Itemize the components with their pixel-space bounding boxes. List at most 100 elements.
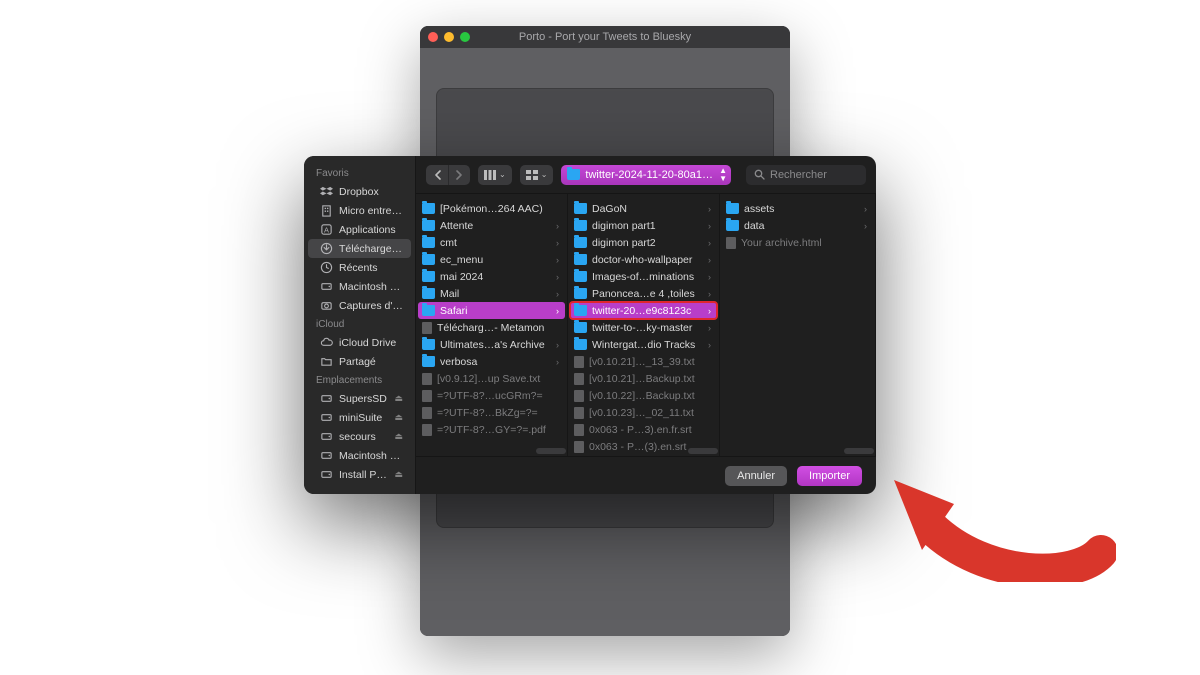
document-icon (574, 390, 584, 402)
folder-row[interactable]: Images-of…minations› (570, 268, 717, 285)
sidebar-item[interactable]: miniSuite ⏏ (308, 408, 411, 427)
sidebar-item[interactable]: secours ⏏ (308, 427, 411, 446)
sidebar-item[interactable]: Macintosh HD (308, 446, 411, 465)
folder-row[interactable]: verbosa› (418, 353, 565, 370)
file-row[interactable]: =?UTF-8?…GY=?=.pdf (418, 421, 565, 438)
eject-icon[interactable]: ⏏ (394, 412, 403, 423)
file-open-dialog: FavorisDropboxMicro entre…AApplicationsT… (304, 156, 876, 494)
sidebar-item[interactable]: Télécharge… (308, 239, 411, 258)
file-row[interactable]: =?UTF-8?…BkZg=?= (418, 404, 565, 421)
file-row[interactable]: 0x063 - P…3).en.fr.srt (570, 421, 717, 438)
sidebar-item[interactable]: Captures d'… (308, 296, 411, 315)
clock-icon (320, 261, 333, 274)
folder-row[interactable]: DaGoN› (570, 200, 717, 217)
item-name: verbosa (440, 356, 551, 368)
search-field[interactable]: Rechercher (746, 165, 866, 185)
document-icon (574, 424, 584, 436)
window-minimize-button[interactable] (444, 32, 454, 42)
item-name: Mail (440, 288, 551, 300)
folder-icon (574, 271, 587, 282)
window-zoom-button[interactable] (460, 32, 470, 42)
browser-column-3[interactable]: assets›data›Your archive.html (720, 194, 876, 456)
folder-row[interactable]: Attente› (418, 217, 565, 234)
folder-icon (422, 220, 435, 231)
eject-icon[interactable]: ⏏ (394, 431, 403, 442)
scrollbar[interactable] (536, 448, 566, 454)
group-by-button[interactable]: ⌄ (520, 165, 554, 185)
file-row[interactable]: [v0.10.21]…_13_39.txt (570, 353, 717, 370)
folder-row[interactable]: doctor-who-wallpaper› (570, 251, 717, 268)
sidebar-item[interactable]: Dropbox (308, 182, 411, 201)
item-name: [v0.10.21]…Backup.txt (589, 373, 711, 385)
sidebar-section-title: Emplacements (304, 371, 415, 389)
folder-icon (422, 271, 435, 282)
folder-row[interactable]: twitter-20…e9c8123c› (570, 302, 717, 319)
folder-row[interactable]: digimon part1› (570, 217, 717, 234)
search-placeholder: Rechercher (770, 169, 827, 181)
folder-row[interactable]: ec_menu› (418, 251, 565, 268)
scrollbar[interactable] (688, 448, 718, 454)
folder-icon (574, 203, 587, 214)
sidebar-item[interactable]: Micro entre… (308, 201, 411, 220)
sidebar-item-label: Dropbox (339, 186, 379, 198)
chevron-right-icon: › (556, 306, 559, 316)
sidebar-item[interactable]: Macintosh HD (308, 277, 411, 296)
sidebar-item[interactable]: Récents (308, 258, 411, 277)
document-icon (422, 373, 432, 385)
file-row[interactable]: [v0.10.21]…Backup.txt (570, 370, 717, 387)
file-row[interactable]: =?UTF-8?…ucGRm?= (418, 387, 565, 404)
folder-icon (567, 169, 580, 180)
sidebar-item[interactable]: AApplications (308, 220, 411, 239)
chevron-right-icon: › (556, 340, 559, 350)
sidebar-item-label: Micro entre… (339, 205, 402, 217)
sidebar-item-label: miniSuite (339, 412, 382, 424)
item-name: digimon part1 (592, 220, 703, 232)
chevron-right-icon: › (708, 238, 711, 248)
sidebar-item-label: secours (339, 431, 376, 443)
folder-row[interactable]: [Pokémon…264 AAC) (418, 200, 565, 217)
folder-icon (422, 288, 435, 299)
file-row[interactable]: [v0.9.12]…up Save.txt (418, 370, 565, 387)
nav-forward-button[interactable] (448, 165, 470, 185)
folder-row[interactable]: Panoncea…e 4 ,toiles› (570, 285, 717, 302)
file-row[interactable]: Télécharg…- Metamon (418, 319, 565, 336)
sidebar-item[interactable]: Install P…⏏ (308, 465, 411, 484)
window-close-button[interactable] (428, 32, 438, 42)
sidebar[interactable]: FavorisDropboxMicro entre…AApplicationsT… (304, 156, 416, 494)
import-button[interactable]: Importer (797, 466, 862, 486)
path-dropdown[interactable]: twitter-2024-11-20-80a1… ▲▼ (561, 165, 731, 185)
sidebar-item[interactable]: SupersSD⏏ (308, 389, 411, 408)
browser-column-1[interactable]: [Pokémon…264 AAC)Attente›cmt›ec_menu›mai… (416, 194, 568, 456)
eject-icon[interactable]: ⏏ (394, 393, 403, 404)
scrollbar[interactable] (844, 448, 874, 454)
folder-row[interactable]: Ultimates…a's Archive› (418, 336, 565, 353)
browser-column-2[interactable]: DaGoN›digimon part1›digimon part2›doctor… (568, 194, 720, 456)
folder-row[interactable]: data› (722, 217, 873, 234)
folder-row[interactable]: twitter-to-…ky-master› (570, 319, 717, 336)
item-name: assets (744, 203, 859, 215)
document-icon (422, 407, 432, 419)
eject-icon[interactable]: ⏏ (394, 469, 403, 480)
chevron-left-icon (434, 170, 441, 180)
file-row[interactable]: [v0.10.23]…_02_11.txt (570, 404, 717, 421)
sidebar-item[interactable]: iCloud Drive (308, 333, 411, 352)
folder-row[interactable]: mai 2024› (418, 268, 565, 285)
folder-row[interactable]: assets› (722, 200, 873, 217)
sidebar-item[interactable]: Partagé (308, 352, 411, 371)
folder-icon (574, 288, 587, 299)
folder-icon (422, 203, 435, 214)
nav-back-button[interactable] (426, 165, 448, 185)
folder-row[interactable]: Wintergat…dio Tracks› (570, 336, 717, 353)
folder-row[interactable]: Safari› (418, 302, 565, 319)
cancel-button[interactable]: Annuler (725, 466, 787, 486)
folder-row[interactable]: digimon part2› (570, 234, 717, 251)
file-row[interactable]: Your archive.html (722, 234, 873, 251)
item-name: =?UTF-8?…GY=?=.pdf (437, 424, 559, 436)
file-row[interactable]: [v0.10.22]…Backup.txt (570, 387, 717, 404)
chevron-right-icon: › (708, 340, 711, 350)
document-icon (574, 441, 584, 453)
sidebar-item-label: Macintosh HD (339, 281, 403, 293)
folder-row[interactable]: Mail› (418, 285, 565, 302)
folder-row[interactable]: cmt› (418, 234, 565, 251)
view-mode-button[interactable]: ⌄ (478, 165, 512, 185)
